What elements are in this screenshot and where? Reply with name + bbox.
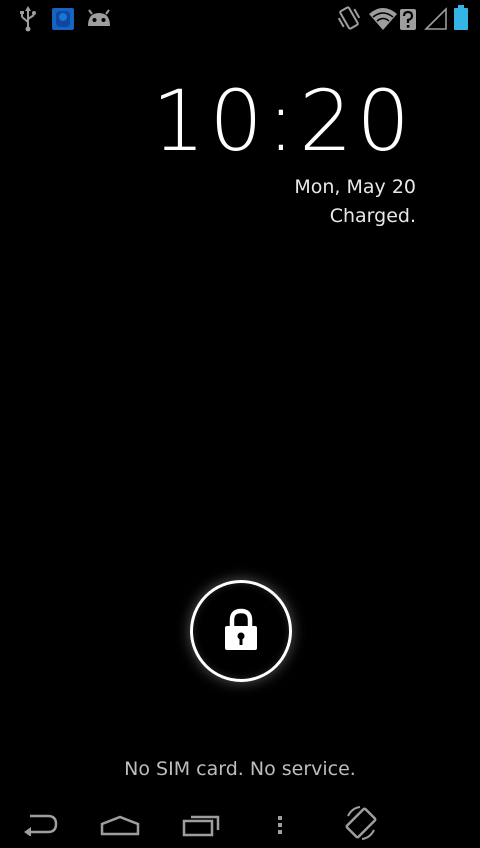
battery-icon [453,5,469,31]
notification-app-icon [52,8,74,30]
home-button[interactable] [100,814,140,840]
usb-icon [18,6,38,32]
back-icon [20,814,60,840]
navigation-bar [0,800,480,848]
home-icon [100,815,140,840]
clock: 10:20 [151,72,414,170]
wifi-icon [368,6,418,32]
vibrate-icon [336,4,362,32]
menu-button[interactable] [274,814,286,840]
status-bar[interactable] [0,0,480,38]
lock-icon [221,607,261,655]
menu-icon [274,816,286,840]
rotate-icon [342,806,380,846]
android-debug-icon [86,9,112,27]
charging-status: Charged. [329,205,416,227]
date-label: Mon, May 20 [294,176,416,198]
unlock-handle[interactable] [190,580,292,682]
recent-apps-button[interactable] [182,812,222,842]
carrier-status: No SIM card. No service. [124,758,356,780]
rotate-button[interactable] [342,804,380,846]
recent-apps-icon [182,815,222,842]
back-button[interactable] [20,812,60,840]
no-signal-icon [424,7,448,31]
